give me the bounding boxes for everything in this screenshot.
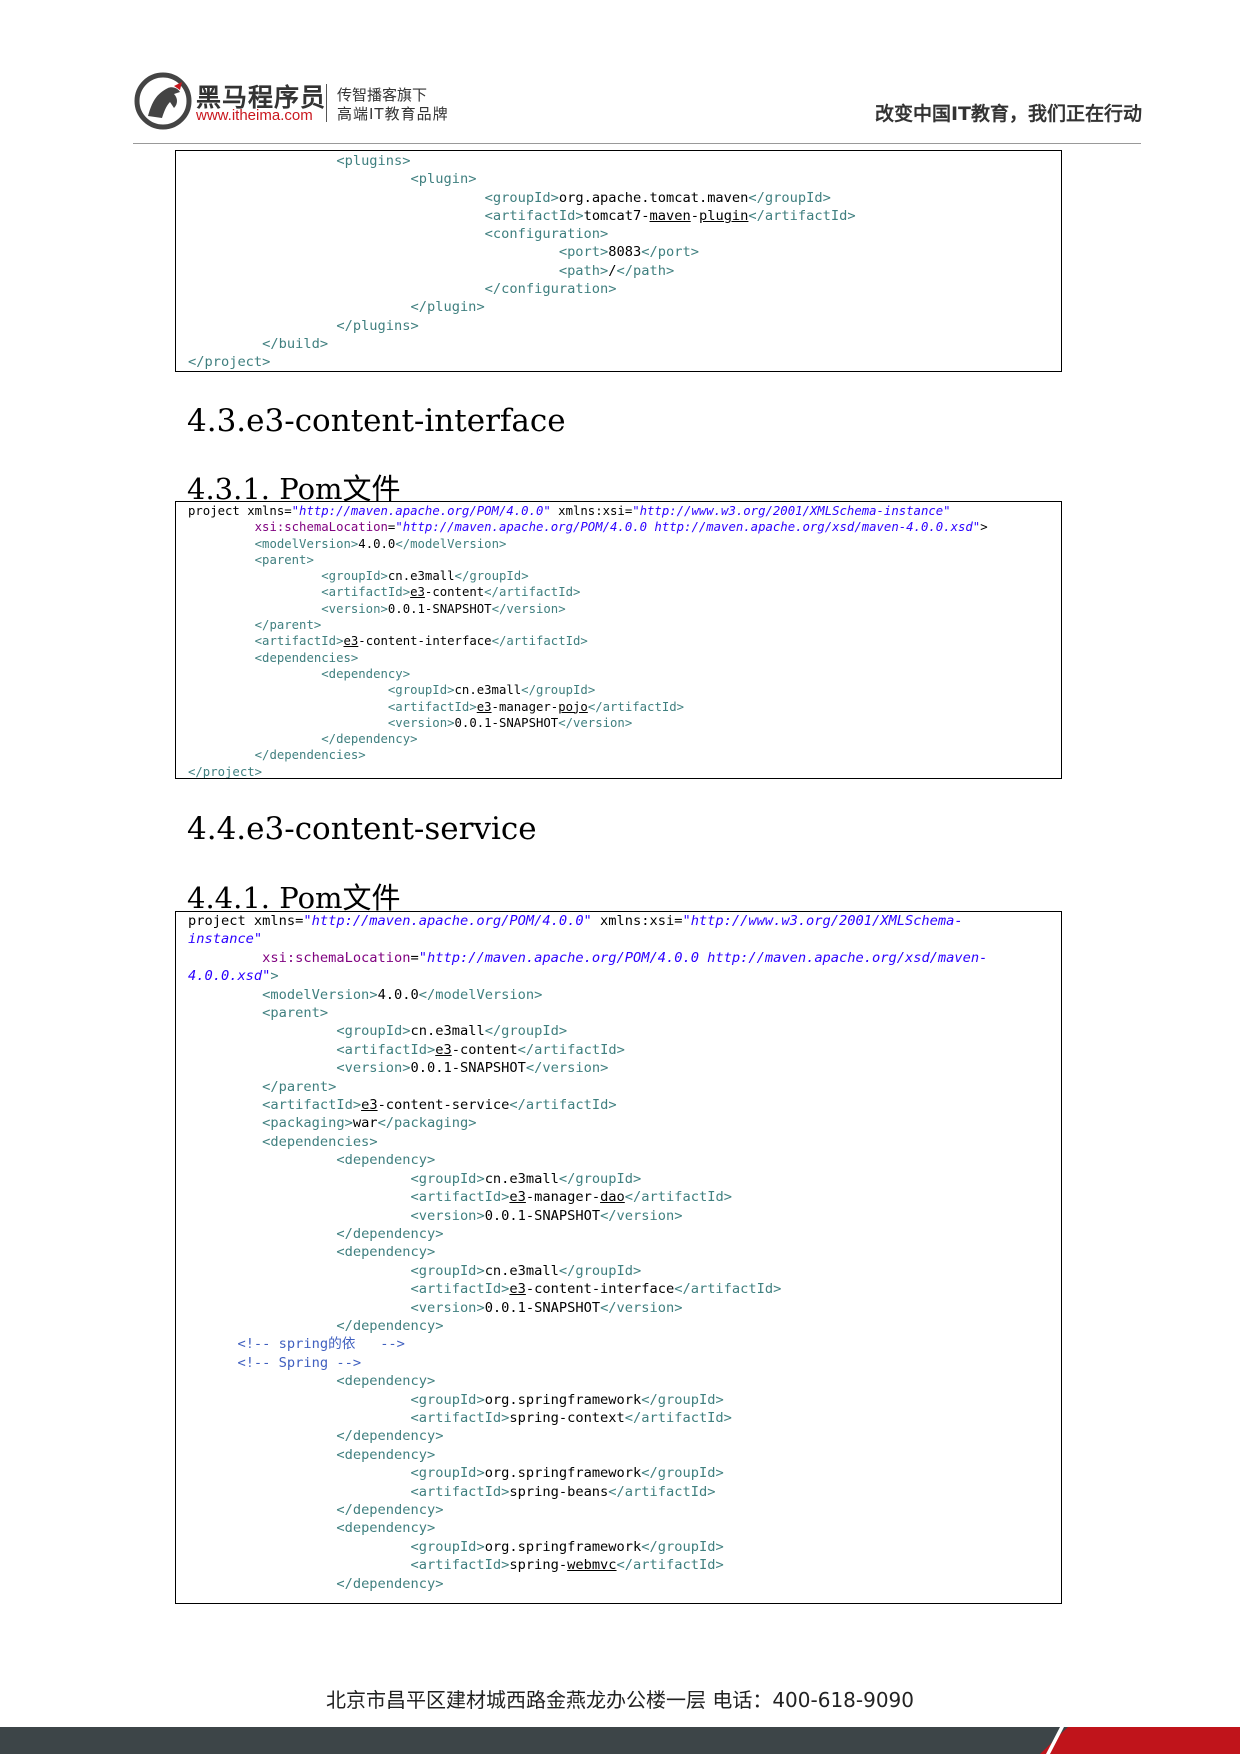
code-line: <!-- spring的依 --> [237,1336,405,1353]
code-line: </dependency> [336,1225,444,1242]
code-line: <artifactId>tomcat7-maven-plugin</artifa… [484,207,856,224]
brand-divider [326,84,327,122]
code-line: <version>0.0.1-SNAPSHOT</version> [410,1207,683,1224]
code-block-build-plugins: <plugins> <plugin> <groupId>org.apache.t… [175,150,1062,372]
code-line: <dependency> [336,1446,436,1463]
code-line: </dependency> [336,1317,444,1334]
code-line: <dependency> [336,1520,436,1537]
code-line: <parent> [254,552,314,567]
code-line: <artifactId>e3-content</artifactId> [321,585,581,600]
code-line: <artifactId>e3-content-interface</artifa… [254,634,588,649]
code-block-content-service-pom: project xmlns="http://maven.apache.org/P… [175,911,1062,1604]
section-heading-4-4: 4.4.e3-content-service [187,811,537,847]
code-line: </project> [188,354,271,371]
code-line: <dependency> [336,1373,436,1390]
code-line: <modelVersion>4.0.0</modelVersion> [262,986,543,1003]
code-line: project xmlns="http://maven.apache.org/P… [188,504,951,518]
code-line: </parent> [262,1078,337,1095]
code-line: <!-- Spring --> [237,1354,362,1371]
code-line: <artifactId>e3-content-interface</artifa… [410,1281,782,1298]
code-line: </dependencies> [254,748,366,763]
footer-accent [1040,1727,1240,1754]
header-divider [133,143,1141,144]
code-line: <artifactId>e3-content</artifactId> [336,1041,625,1058]
code-line: <groupId>org.apache.tomcat.maven</groupI… [484,189,831,206]
code-line: <groupId>cn.e3mall</groupId> [410,1262,642,1279]
code-line: </plugins> [336,317,419,334]
section-heading-4-3: 4.3.e3-content-interface [187,403,566,439]
code-block-content-interface-pom: project xmlns="http://maven.apache.org/P… [175,501,1062,779]
code-line: <artifactId>spring-beans</artifactId> [410,1483,716,1500]
code-line: <groupId>cn.e3mall</groupId> [321,569,529,584]
brand-tagline-1: 传智播客旗下 [337,86,428,104]
code-line: <version>0.0.1-SNAPSHOT</version> [336,1060,609,1077]
footer-address: 北京市昌平区建材城西路金燕龙办公楼一层 电话：400-618-9090 [325,1688,915,1712]
brand-url: www.itheima.com [196,107,313,124]
code-line: xsi:schemaLocation="http://maven.apache.… [254,520,988,535]
code-line: <groupId>org.springframework</groupId> [410,1391,724,1408]
code-line: </dependency> [321,732,418,747]
code-line: <configuration> [484,226,609,243]
code-line: <artifactId>spring-webmvc</artifactId> [410,1557,724,1574]
code-line: </plugin> [410,299,485,316]
code-line: </dependency> [336,1575,444,1592]
code-line: <groupId>org.springframework</groupId> [410,1465,724,1482]
horse-logo-icon [134,72,192,130]
code-line: <artifactId>e3-content-service</artifact… [262,1097,617,1114]
code-line: xsi:schemaLocation="http://maven.apache.… [262,949,988,966]
code-line: 4.0.0.xsd"> [188,968,279,985]
code-line: <path>/</path> [558,262,675,279]
code-line: <packaging>war</packaging> [262,1115,477,1132]
code-line: </dependency> [336,1428,444,1445]
code-line: </dependency> [336,1502,444,1518]
code-line: <artifactId>e3-manager-dao</artifactId> [410,1189,732,1206]
code-line: project xmlns="http://maven.apache.org/P… [188,913,963,929]
code-line: </parent> [254,618,322,633]
code-line: <dependencies> [254,650,359,665]
code-line: </build> [262,335,329,352]
code-line: <version>0.0.1-SNAPSHOT</version> [387,715,633,730]
code-line: <groupId>cn.e3mall</groupId> [336,1023,568,1040]
code-line: <groupId>cn.e3mall</groupId> [410,1170,642,1187]
code-line: <artifactId>e3-manager-pojo</artifactId> [387,699,685,714]
code-line: <parent> [262,1005,329,1022]
code-line: <plugin> [410,171,477,188]
code-line: <plugins> [336,153,411,169]
brand-tagline-2: 高端IT教育品牌 [337,105,449,123]
code-line: </project> [188,764,263,779]
code-line: <dependency> [321,666,411,681]
code-line: <groupId>org.springframework</groupId> [410,1538,724,1555]
code-line: <dependencies> [262,1133,378,1150]
code-line: instance" [188,931,263,948]
code-line: <artifactId>spring-context</artifactId> [410,1409,732,1426]
header-slogan: 改变中国IT教育，我们正在行动 [874,103,1142,125]
code-line: <groupId>cn.e3mall</groupId> [387,683,596,698]
page-header: 黑马程序员 www.itheima.com 传智播客旗下 高端IT教育品牌 改变… [0,0,1240,145]
code-line: <dependency> [336,1152,436,1169]
code-line: <modelVersion>4.0.0</modelVersion> [254,536,507,551]
code-line: <port>8083</port> [558,244,699,261]
code-line: <dependency> [336,1244,436,1261]
code-line: <version>0.0.1-SNAPSHOT</version> [321,601,566,616]
code-line: <version>0.0.1-SNAPSHOT</version> [410,1299,683,1316]
code-line: </configuration> [484,281,617,298]
